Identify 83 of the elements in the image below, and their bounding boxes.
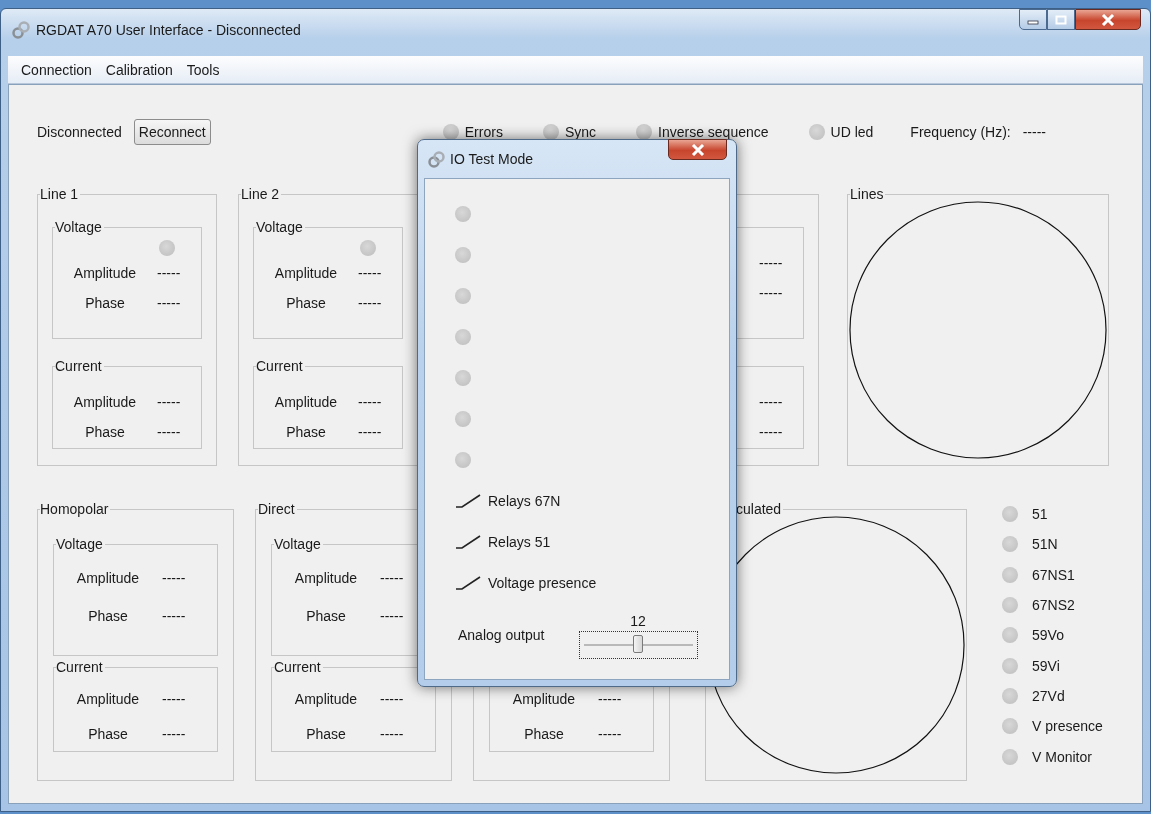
protection-label: 51N (1032, 536, 1058, 553)
measure-value: ----- (759, 424, 784, 440)
indicator-label: Inverse sequence (658, 124, 769, 140)
protection-label: 67NS1 (1032, 566, 1075, 583)
measure-label: Phase (87, 608, 129, 624)
measure-label: Amplitude (273, 394, 339, 410)
measure-label: Phase (84, 295, 126, 311)
slider-thumb[interactable] (633, 635, 643, 653)
protection-label: V Monitor (1032, 748, 1092, 765)
measure-label: Phase (84, 424, 126, 440)
link-icon (428, 150, 445, 168)
measure-value: ----- (157, 394, 182, 410)
relay-label: Relays 51 (488, 533, 551, 550)
measure-label: Amplitude (293, 691, 359, 708)
close-button[interactable] (1075, 9, 1141, 30)
close-icon (1101, 13, 1115, 26)
measure-value: ----- (759, 285, 784, 301)
menu-item[interactable]: Connection (14, 58, 99, 81)
measure-label: Amplitude (511, 691, 577, 708)
measure-label: Amplitude (75, 691, 141, 708)
measure-label: Amplitude (75, 570, 141, 586)
protection-label: 51 (1032, 506, 1048, 523)
slider[interactable] (578, 631, 698, 659)
frequency-label: Frequency (Hz): (910, 124, 1011, 140)
measure-label: Amplitude (72, 394, 138, 410)
measure-label: Phase (285, 424, 327, 440)
maximize-icon (1055, 14, 1067, 25)
indicator-label: Sync (564, 124, 596, 140)
measure-label: Phase (523, 725, 565, 742)
menu-item[interactable]: Tools (179, 58, 227, 81)
measure-label: Amplitude (293, 570, 359, 586)
measure-value: ----- (162, 570, 187, 586)
window-title: RGDAT A70 User Interface - Disconnected (36, 22, 301, 38)
protection-label: V presence (1032, 718, 1103, 735)
indicator-label: UD led (830, 124, 874, 140)
measure-value: ----- (380, 691, 405, 708)
slider-label: Analog output (457, 627, 546, 645)
measure-value: ----- (598, 691, 623, 708)
measure-value: ----- (380, 725, 405, 742)
measure-value: ----- (157, 295, 182, 311)
connection-status: Disconnected (37, 124, 122, 140)
group-title: Homopolar (40, 501, 111, 518)
protection-label: 27Vd (1032, 687, 1065, 704)
measure-value: ----- (162, 691, 187, 708)
menu-item[interactable]: Calibration (98, 58, 180, 81)
measure-value: ----- (380, 608, 405, 624)
measure-value: ----- (162, 608, 187, 624)
measure-label: Phase (305, 608, 347, 624)
group-title: Voltage (56, 536, 105, 553)
measure-value: ----- (157, 265, 182, 281)
measure-label: Amplitude (72, 265, 138, 281)
maximize-button[interactable] (1047, 9, 1075, 30)
measure-value: ----- (358, 394, 383, 410)
link-icon (12, 21, 30, 39)
measure-value: ----- (598, 725, 623, 742)
protection-label: 59Vi (1032, 657, 1060, 674)
slider-value: 12 (630, 613, 646, 629)
group-title: Voltage (274, 536, 323, 553)
relay-label: Relays 67N (488, 492, 561, 509)
measure-label: Amplitude (273, 265, 339, 281)
dialog-title: IO Test Mode (450, 151, 533, 167)
measure-value: ----- (162, 725, 187, 742)
measure-value: ----- (157, 424, 182, 440)
relay-label: Voltage presence (488, 574, 597, 591)
measure-value: ----- (358, 424, 383, 440)
measure-label: Phase (305, 725, 347, 742)
measure-value: ----- (358, 265, 383, 281)
close-icon (690, 143, 705, 156)
group-title: Voltage (55, 219, 104, 236)
measure-label: Phase (285, 295, 327, 311)
protection-label: 67NS2 (1032, 597, 1075, 614)
measure-value: ----- (380, 570, 405, 586)
close-button[interactable] (668, 139, 727, 160)
minimize-button[interactable] (1019, 9, 1047, 30)
measure-value: ----- (759, 394, 784, 410)
measure-value: ----- (358, 295, 383, 311)
reconnect-button[interactable]: Reconnect (133, 119, 211, 145)
measure-label: Phase (87, 725, 129, 742)
protection-label: 59Vo (1032, 627, 1064, 644)
indicator-label: Errors (464, 124, 503, 140)
measure-value: ----- (759, 255, 784, 271)
group-title: Voltage (256, 219, 305, 236)
frequency-value: ----- (1022, 124, 1046, 140)
